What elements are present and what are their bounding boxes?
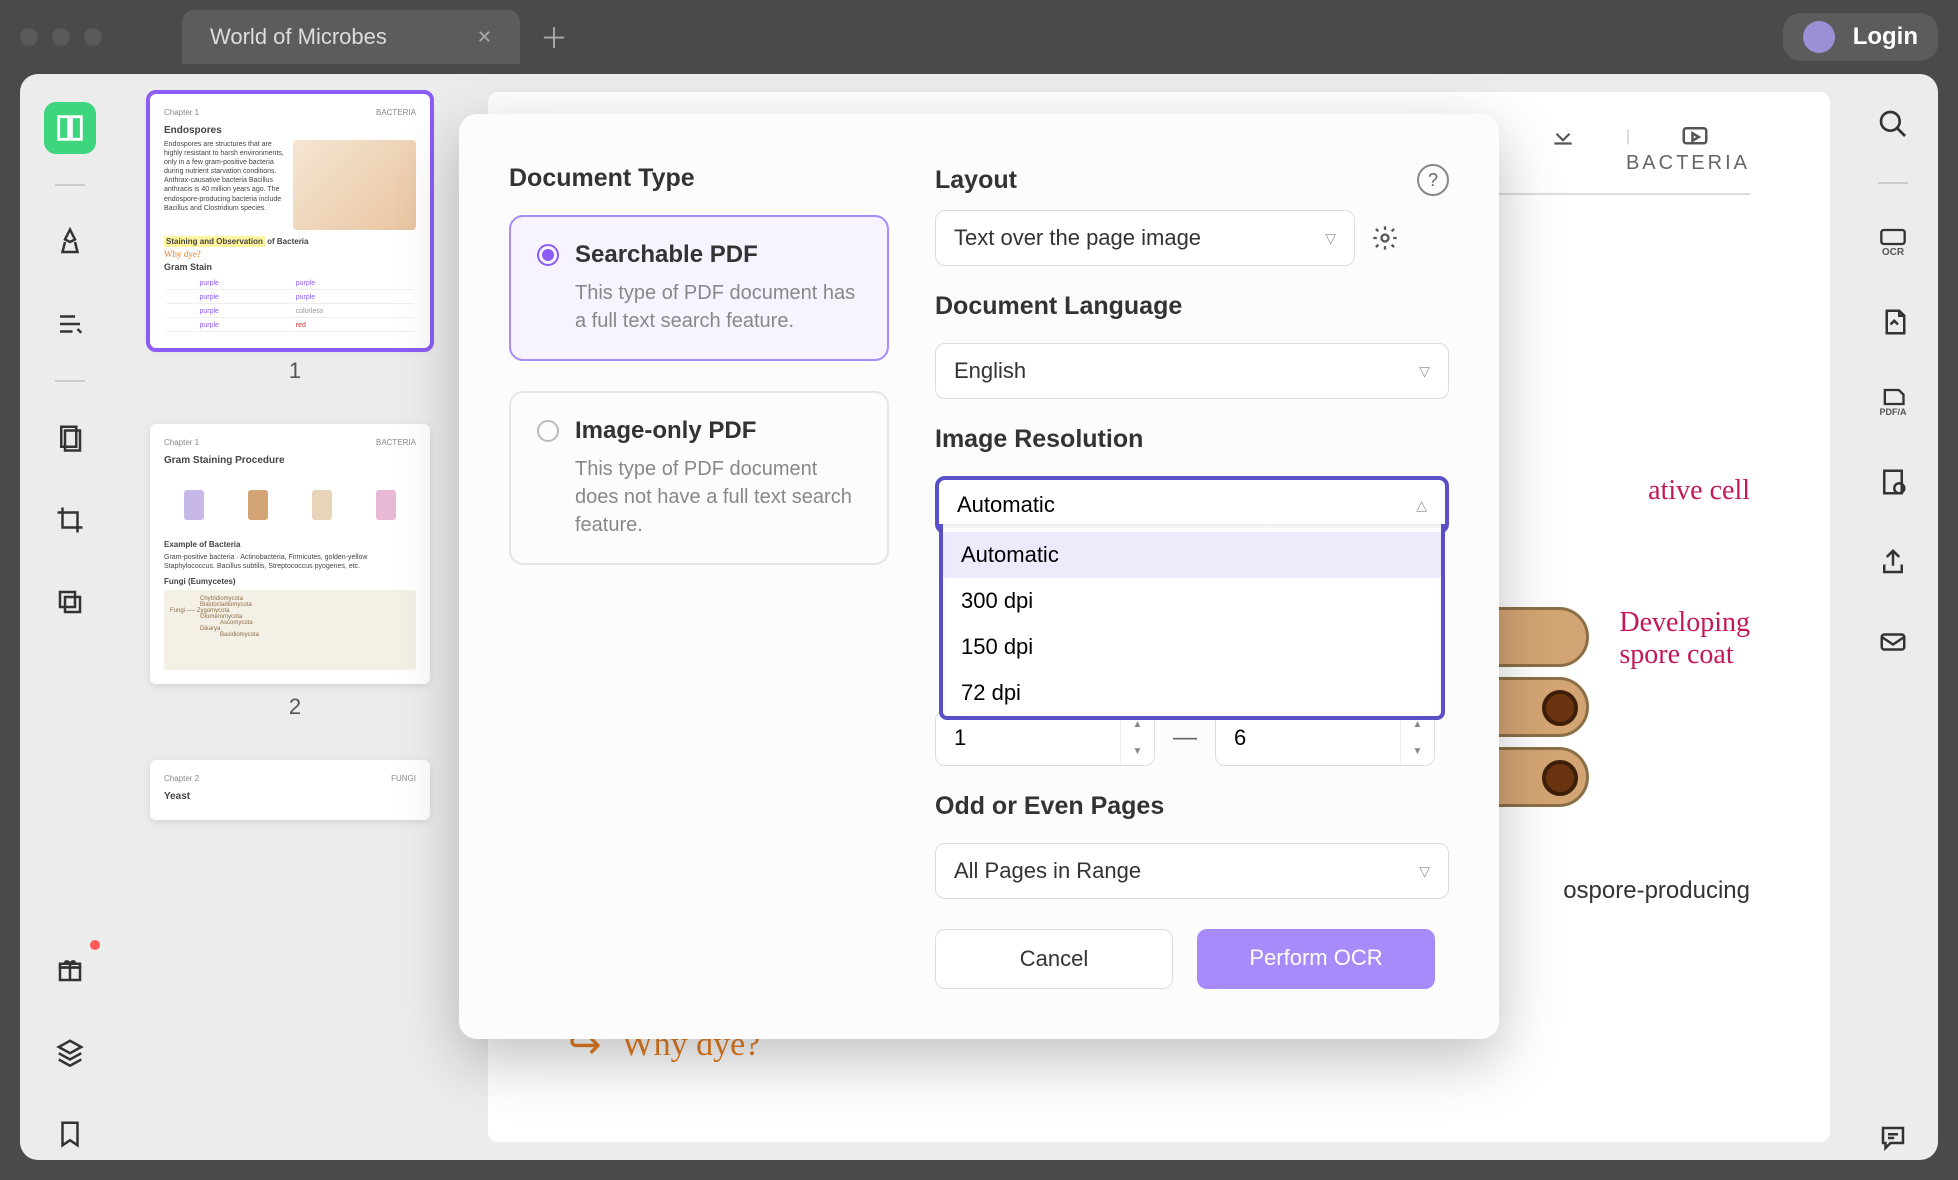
image-only-desc: This type of PDF document does not have … <box>575 455 861 539</box>
tab-title: World of Microbes <box>210 24 387 50</box>
close-window-button[interactable] <box>20 28 38 46</box>
window-controls <box>20 28 102 46</box>
help-icon[interactable]: ? <box>1417 164 1449 196</box>
maximize-window-button[interactable] <box>84 28 102 46</box>
odd-even-select[interactable]: All Pages in Range ▽ <box>935 843 1449 899</box>
chevron-down-icon: ▽ <box>1325 230 1336 247</box>
stepper-down-icon[interactable]: ▼ <box>1121 738 1154 765</box>
layout-select[interactable]: Text over the page image ▽ <box>935 210 1355 266</box>
document-tab[interactable]: World of Microbes ✕ <box>182 10 520 64</box>
language-value: English <box>954 358 1026 384</box>
searchable-title: Searchable PDF <box>575 241 758 269</box>
perform-ocr-button[interactable]: Perform OCR <box>1197 929 1435 989</box>
minimize-window-button[interactable] <box>52 28 70 46</box>
chevron-down-icon: ▽ <box>1419 863 1430 880</box>
language-label: Document Language <box>935 292 1449 321</box>
layout-label: Layout <box>935 166 1017 195</box>
doc-type-label: Document Type <box>509 164 889 193</box>
searchable-desc: This type of PDF document has a full tex… <box>575 279 861 335</box>
stepper-down-icon[interactable]: ▼ <box>1401 738 1434 765</box>
image-only-pdf-option[interactable]: Image-only PDF This type of PDF document… <box>509 391 889 565</box>
resolution-select-group: Automatic △ Automatic 300 dpi 150 dpi 72… <box>935 476 1449 534</box>
odd-even-label: Odd or Even Pages <box>935 792 1449 821</box>
chevron-up-icon: △ <box>1416 497 1427 514</box>
titlebar: World of Microbes ✕ ＋ Login <box>0 0 1958 74</box>
ocr-dialog: Document Type Searchable PDF This type o… <box>459 114 1499 1039</box>
layout-value: Text over the page image <box>954 225 1201 251</box>
resolution-option-300[interactable]: 300 dpi <box>943 578 1441 624</box>
radio-icon <box>537 244 559 266</box>
ocr-dialog-overlay: Document Type Searchable PDF This type o… <box>20 74 1938 1160</box>
searchable-pdf-option[interactable]: Searchable PDF This type of PDF document… <box>509 215 889 361</box>
login-control[interactable]: Login <box>1783 13 1938 61</box>
language-select[interactable]: English ▽ <box>935 343 1449 399</box>
cancel-button[interactable]: Cancel <box>935 929 1173 989</box>
radio-icon <box>537 420 559 442</box>
odd-even-value: All Pages in Range <box>954 858 1141 884</box>
main-window: Chapter 1BACTERIA Endospores Endospores … <box>20 74 1938 1160</box>
resolution-dropdown: Automatic 300 dpi 150 dpi 72 dpi <box>939 524 1445 720</box>
resolution-label: Image Resolution <box>935 425 1449 454</box>
avatar-icon <box>1803 21 1835 53</box>
chevron-down-icon: ▽ <box>1419 363 1430 380</box>
resolution-option-72[interactable]: 72 dpi <box>943 670 1441 716</box>
resolution-option-150[interactable]: 150 dpi <box>943 624 1441 670</box>
image-only-title: Image-only PDF <box>575 417 756 445</box>
range-dash: — <box>1173 724 1197 752</box>
gear-icon[interactable] <box>1369 222 1401 254</box>
login-label: Login <box>1853 23 1918 51</box>
resolution-value: Automatic <box>957 492 1055 518</box>
close-tab-icon[interactable]: ✕ <box>477 27 492 48</box>
resolution-option-automatic[interactable]: Automatic <box>943 532 1441 578</box>
new-tab-button[interactable]: ＋ <box>540 17 568 57</box>
